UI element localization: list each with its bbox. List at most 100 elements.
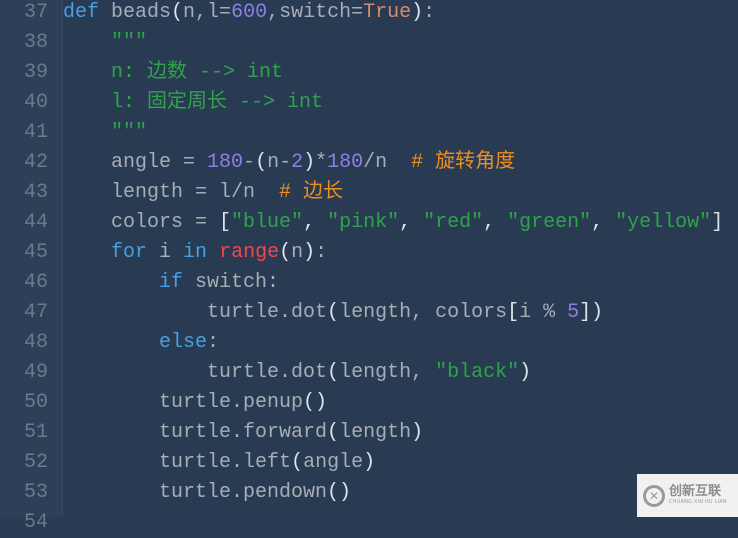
code-token: : (423, 1, 436, 24)
code-text[interactable]: else: (63, 328, 219, 358)
code-text[interactable]: turtle.dot(length, colors[i % 5]) (63, 298, 603, 328)
code-token: ) (519, 361, 532, 384)
line-number: 39 (23, 61, 48, 84)
code-token: ( (291, 451, 304, 474)
code-token: turtle.left (63, 451, 292, 474)
code-text[interactable]: length = l/n # 边长 (63, 178, 343, 208)
code-token: 180 (207, 151, 244, 174)
code-token: : (207, 331, 220, 354)
code-lines[interactable]: 37 def beads(n,l=600,switch=True): 38 """ 3… (0, 0, 738, 538)
code-token: : (315, 241, 328, 264)
code-line[interactable]: 39 n: 边数 --> int (0, 58, 738, 88)
code-text[interactable]: def beads(n,l=600,switch=True): (63, 0, 435, 28)
code-line[interactable]: 37 def beads(n,l=600,switch=True): (0, 0, 738, 28)
code-token: "pink" (327, 211, 400, 234)
code-token: beads (99, 1, 172, 24)
code-token: "green" (507, 211, 592, 234)
code-token: turtle.forward (63, 421, 328, 444)
line-number: 51 (23, 421, 48, 444)
line-number: 37 (23, 1, 48, 24)
code-token: , (303, 211, 328, 234)
code-line[interactable]: 41 """ (0, 118, 738, 148)
code-text[interactable]: turtle.penup() (63, 388, 327, 418)
code-token: , (591, 211, 616, 234)
code-line[interactable]: 43 length = l/n # 边长 (0, 178, 738, 208)
code-line[interactable]: 44 colors = ["blue", "pink", "red", "gre… (0, 208, 738, 238)
code-token: i % (519, 301, 568, 324)
code-line[interactable]: 52 turtle.left(angle) (0, 448, 738, 478)
code-token: ) (411, 421, 424, 444)
code-token: switch: (183, 271, 280, 294)
code-line[interactable]: 49 turtle.dot(length, "black") (0, 358, 738, 388)
code-token: "black" (435, 361, 520, 384)
code-line[interactable]: 51 turtle.forward(length) (0, 418, 738, 448)
line-number: 45 (23, 241, 48, 264)
code-line[interactable]: 54 (0, 508, 738, 538)
code-token: 600 (231, 1, 268, 24)
code-line[interactable]: 46 if switch: (0, 268, 738, 298)
code-line[interactable]: 53 turtle.pendown() (0, 478, 738, 508)
code-token: length, colors (339, 301, 508, 324)
code-token: range (219, 241, 280, 264)
code-token: ] (711, 211, 724, 234)
code-text[interactable]: turtle.forward(length) (63, 418, 423, 448)
code-token: , (399, 211, 424, 234)
code-token: 2 (291, 151, 304, 174)
code-line[interactable]: 45 for i in range(n): (0, 238, 738, 268)
line-number: 41 (23, 121, 48, 144)
code-editor[interactable]: 37 def beads(n,l=600,switch=True): 38 """ 3… (0, 0, 738, 538)
code-token: ( (255, 151, 268, 174)
code-token: , (483, 211, 508, 234)
line-number: 48 (23, 331, 48, 354)
code-token: n,l= (183, 1, 232, 24)
code-text[interactable]: if switch: (63, 268, 279, 298)
code-token: turtle.dot (63, 361, 328, 384)
code-text[interactable]: angle = 180-(n-2)*180/n # 旋转角度 (63, 148, 515, 178)
code-text[interactable]: """ (63, 118, 147, 148)
code-token: i (147, 241, 184, 264)
code-token: ,switch= (267, 1, 364, 24)
code-token: in (183, 241, 208, 264)
code-token: True (363, 1, 412, 24)
code-text[interactable]: l: 固定周长 --> int (63, 88, 323, 118)
code-token: n- (267, 151, 292, 174)
indent-guide (111, 508, 112, 538)
code-token: length = l/n (63, 181, 280, 204)
code-token: [ (219, 211, 232, 234)
line-number: 42 (23, 151, 48, 174)
line-number: 49 (23, 361, 48, 384)
code-text[interactable]: for i in range(n): (63, 238, 327, 268)
code-token: turtle.penup (63, 391, 304, 414)
code-text[interactable]: """ (63, 28, 147, 58)
line-number: 52 (23, 451, 48, 474)
code-token: - (243, 151, 256, 174)
line-number: 53 (23, 481, 48, 504)
code-token: turtle.dot (63, 301, 328, 324)
code-text[interactable]: n: 边数 --> int (63, 58, 283, 88)
code-line[interactable]: 40 l: 固定周长 --> int (0, 88, 738, 118)
code-token: ) (303, 241, 316, 264)
code-token: * (315, 151, 328, 174)
code-token: """ (63, 121, 148, 144)
code-token: "yellow" (615, 211, 712, 234)
line-number: 40 (23, 91, 48, 114)
code-text[interactable]: turtle.left(angle) (63, 448, 375, 478)
code-line[interactable]: 47 turtle.dot(length, colors[i % 5]) (0, 298, 738, 328)
code-line[interactable]: 38 """ (0, 28, 738, 58)
code-line[interactable]: 50 turtle.penup() (0, 388, 738, 418)
code-text[interactable]: turtle.pendown() (63, 478, 351, 508)
watermark-subtitle: CHUANG XIN HU LIAN (669, 499, 727, 505)
code-text[interactable]: colors = ["blue", "pink", "red", "green"… (63, 208, 723, 238)
code-line[interactable]: 48 else: (0, 328, 738, 358)
code-text[interactable]: turtle.dot(length, "black") (63, 358, 531, 388)
line-number: 50 (23, 391, 48, 414)
code-line[interactable]: 42 angle = 180-(n-2)*180/n # 旋转角度 (0, 148, 738, 178)
code-token: ( (171, 1, 184, 24)
code-token: ( (327, 421, 340, 444)
code-token: ) (591, 301, 604, 324)
code-token: length (339, 421, 412, 444)
